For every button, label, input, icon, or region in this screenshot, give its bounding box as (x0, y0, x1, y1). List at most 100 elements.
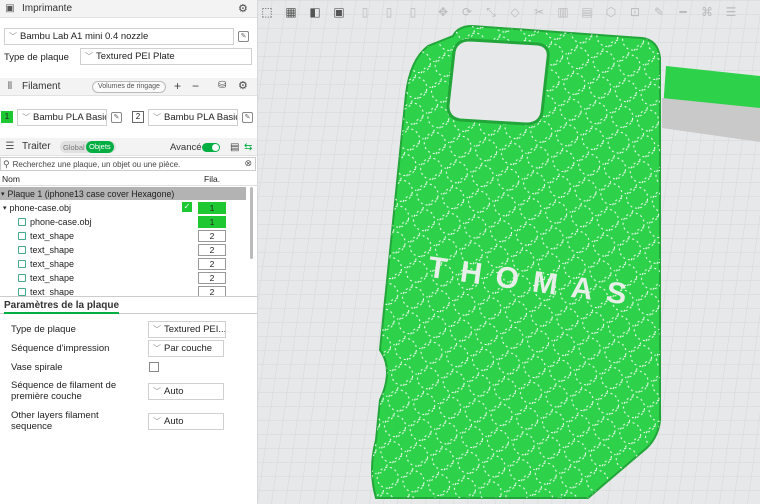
chevron-down-icon: ﹀ (153, 387, 161, 396)
tree-scrollbar[interactable] (250, 187, 253, 259)
copy-icon[interactable]: ▯ (358, 5, 372, 19)
process-list-icon[interactable]: ▤ (230, 142, 239, 154)
printer-edit-icon[interactable]: ✎ (238, 31, 249, 42)
measure-icon[interactable]: ⊡ (628, 5, 642, 19)
filament-slot-2-edit-icon[interactable]: ✎ (242, 112, 253, 123)
color-paint-icon[interactable]: ✎ (652, 5, 666, 19)
param-print-sequence-label: Séquence d'impression (11, 343, 110, 354)
param-first-layer-sequence-select[interactable]: ﹀ Auto (148, 383, 224, 400)
text-shape-icon (18, 245, 26, 254)
clear-search-icon[interactable]: ⊗ (244, 158, 252, 169)
tree-plate-name: Plaque 1 (iphone13 case cover Hexagone) (7, 188, 175, 199)
tree-row-part[interactable]: phone-case.obj 1 (0, 215, 248, 229)
tree-row-fila[interactable]: 2 (198, 271, 226, 284)
filament-icon: ⦀ (7, 80, 13, 92)
seam-paint-icon[interactable]: ▤ (580, 5, 594, 19)
plate-params-title[interactable]: Paramètres de la plaque (4, 300, 120, 314)
param-other-layers-sequence-label: Other layers filament sequence (11, 410, 99, 432)
layout-icon[interactable]: ▣ (332, 5, 346, 19)
object-search-box[interactable]: ⚲ Recherchez une plaque, un objet ou une… (0, 157, 256, 171)
remove-filament-icon[interactable]: − (192, 80, 199, 92)
camera-cutout (446, 38, 550, 126)
split-icon[interactable]: ━ (676, 5, 690, 19)
tree-row-object[interactable]: ▾ phone-case.obj ✓ 1 (0, 201, 248, 215)
mesh-boolean-icon[interactable]: ⬡ (604, 5, 618, 19)
scale-icon[interactable]: ⤡ (484, 5, 498, 19)
support-paint-icon[interactable]: ▥ (556, 5, 570, 19)
collapse-arrow-icon[interactable]: ▾ (3, 204, 7, 212)
tree-row-name: phone-case.obj (9, 202, 72, 213)
plate-type-value: Textured PEI Plate (96, 51, 175, 62)
printer-name: Bambu Lab A1 mini 0.4 nozzle (20, 31, 149, 42)
add-plate-icon[interactable]: ▦ (284, 5, 298, 19)
lay-on-face-icon[interactable]: ◇ (508, 5, 522, 19)
object-checked-checkbox-icon[interactable]: ✓ (182, 202, 192, 212)
param-print-sequence-value: Par couche (164, 343, 213, 354)
collapse-arrow-icon[interactable]: ▾ (1, 190, 5, 198)
add-filament-icon[interactable]: + (174, 80, 181, 92)
chevron-down-icon: ﹀ (153, 417, 161, 426)
delete-icon[interactable]: ▯ (406, 5, 420, 19)
param-plate-type-select[interactable]: ﹀ Textured PEI... (148, 321, 226, 338)
printer-settings-gear-icon[interactable]: ⚙ (238, 3, 248, 15)
search-icon: ⚲ (3, 158, 10, 169)
tree-row-text-shape[interactable]: text_shape 2 (0, 285, 248, 296)
printer-select[interactable]: ﹀ Bambu Lab A1 mini 0.4 nozzle (4, 28, 234, 45)
tree-row-fila[interactable]: 2 (198, 243, 226, 256)
advanced-toggle[interactable] (202, 143, 220, 152)
filament-slot-1-select[interactable]: ﹀ Bambu PLA Basic (17, 109, 107, 126)
process-title: Traiter (22, 141, 51, 152)
emboss-icon[interactable]: ⌘ (700, 5, 714, 19)
object-tree: Nom Fila. ▾ Plaque 1 (iphone13 case cove… (0, 171, 257, 297)
tree-row-fila[interactable]: 2 (198, 285, 226, 296)
flush-volumes-button[interactable]: Volumes de ringage (92, 81, 166, 93)
chevron-down-icon: ﹀ (22, 113, 30, 122)
tree-row-name: text_shape (30, 258, 75, 269)
filament-settings-gear-icon[interactable]: ⚙ (238, 80, 248, 92)
tree-col-name: Nom (2, 174, 20, 184)
move-icon[interactable]: ✥ (436, 5, 450, 19)
filament-sync-icon[interactable]: ⛁ (218, 80, 226, 92)
plate-type-select[interactable]: ﹀ Textured PEI Plate (80, 48, 252, 65)
cut-icon[interactable]: ✂ (532, 5, 546, 19)
tree-row-text-shape[interactable]: text_shape 2 (0, 257, 248, 271)
param-print-sequence-select[interactable]: ﹀ Par couche (148, 340, 224, 357)
tree-header: Nom Fila. (0, 171, 257, 186)
param-first-layer-sequence-label: Séquence de filament de première couche (11, 380, 117, 402)
param-spiral-vase-label: Vase spirale (11, 362, 63, 373)
process-compare-icon[interactable]: ⇆ (244, 142, 252, 154)
tree-row-fila[interactable]: 2 (198, 257, 226, 270)
param-spiral-vase-checkbox[interactable] (149, 362, 159, 372)
text-shape-icon (18, 259, 26, 268)
tree-row-name: text_shape (30, 244, 75, 255)
chevron-down-icon: ﹀ (9, 32, 17, 41)
tree-row-text-shape[interactable]: text_shape 2 (0, 271, 248, 285)
tree-row-fila[interactable]: 1 (198, 215, 226, 228)
paste-icon[interactable]: ▯ (382, 5, 396, 19)
tab-global[interactable]: Global (63, 143, 85, 152)
tree-row-fila[interactable]: 2 (198, 229, 226, 242)
process-layers-icon: ☰ (5, 140, 15, 152)
advanced-label: Avancé (170, 142, 202, 153)
param-other-layers-sequence-value: Auto (164, 416, 184, 427)
text-shape-icon (18, 231, 26, 240)
param-other-layers-sequence-select[interactable]: ﹀ Auto (148, 413, 224, 430)
tree-row-fila[interactable]: 1 (198, 201, 226, 214)
rotate-icon[interactable]: ⟳ (460, 5, 474, 19)
printer-title: Imprimante (22, 3, 73, 14)
viewport-scene: THOMAS (258, 0, 760, 504)
object-search-input[interactable]: Recherchez une plaque, un objet ou une p… (13, 160, 181, 169)
tree-row-text-shape[interactable]: text_shape 2 (0, 229, 248, 243)
tree-plate-row[interactable]: ▾ Plaque 1 (iphone13 case cover Hexagone… (0, 187, 246, 200)
arrange-icon[interactable]: ◧ (308, 5, 322, 19)
filament-slot-2-select[interactable]: ﹀ Bambu PLA Basic (148, 109, 238, 126)
add-object-icon[interactable]: ⬚ (260, 5, 274, 19)
filament-slot-2-name: Bambu PLA Basic (164, 112, 238, 123)
filament-slot-1-edit-icon[interactable]: ✎ (111, 112, 122, 123)
printer-header: ▣ Imprimante ⚙ (0, 0, 257, 18)
assembly-icon[interactable]: ☰ (724, 5, 738, 19)
chevron-down-icon: ﹀ (153, 113, 161, 122)
3d-viewport[interactable]: THOMAS ⬚ ▦ ◧ ▣ ▯ ▯ ▯ ✥ ⟳ ⤡ ◇ ✂ ▥ ▤ ⬡ ⊡ ✎… (258, 0, 760, 504)
tab-objects[interactable]: Objets (86, 141, 114, 153)
tree-row-text-shape[interactable]: text_shape 2 (0, 243, 248, 257)
